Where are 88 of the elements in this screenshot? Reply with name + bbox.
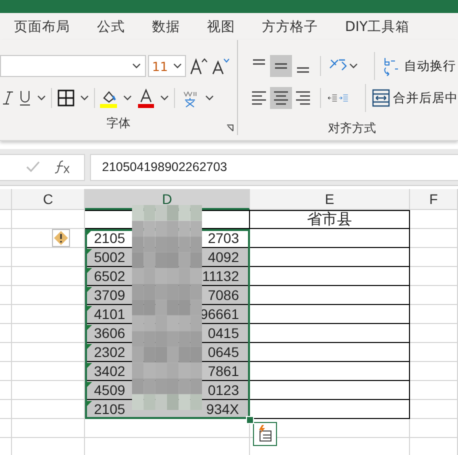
id-number-fragment: 4092: [208, 249, 239, 265]
table-cell: [410, 381, 458, 400]
table-cell: 省市县: [250, 210, 410, 229]
table-cell: [410, 419, 458, 438]
table-cell: [410, 324, 458, 343]
dialog-launcher-icon[interactable]: [226, 124, 234, 132]
row-header: [0, 286, 12, 305]
ribbon-tab[interactable]: 数据: [148, 16, 184, 38]
column-header[interactable]: E: [250, 189, 410, 210]
group-label: 字体: [106, 116, 130, 130]
row-header: [0, 210, 12, 229]
row-header: [0, 267, 12, 286]
id-number-fragment: 3606: [94, 325, 126, 341]
id-number-fragment: 4101: [94, 306, 126, 322]
id-number-fragment: 96661: [200, 306, 239, 322]
error-indicator-icon: [86, 230, 92, 236]
warning-icon[interactable]: [52, 229, 70, 247]
group-label: 对齐方式: [328, 121, 376, 135]
id-number-fragment: 7086: [208, 287, 239, 303]
dropdown-caret-icon[interactable]: [160, 95, 169, 101]
dropdown-caret-icon[interactable]: [132, 63, 141, 69]
table-cell: [410, 210, 458, 229]
id-number-fragment: 3402: [94, 363, 126, 379]
dropdown-caret-icon[interactable]: [80, 95, 89, 101]
id-number-fragment: 4509: [94, 382, 126, 398]
merge-center-button[interactable]: 合并后居中: [372, 89, 458, 107]
id-number-fragment: 0645: [208, 344, 239, 360]
underline-icon[interactable]: [18, 89, 32, 107]
font-color-icon[interactable]: [137, 88, 155, 108]
decrease-font-size-icon[interactable]: [210, 56, 230, 76]
ribbon-tab[interactable]: 页面布局: [10, 16, 74, 38]
dropdown-caret-icon[interactable]: [173, 63, 182, 69]
row-header: [0, 381, 12, 400]
column-header[interactable]: C: [12, 189, 85, 210]
id-number-fragment: 934X: [206, 401, 239, 417]
row-header: [0, 305, 12, 324]
dropdown-caret-icon[interactable]: [205, 95, 214, 101]
row-header: [0, 419, 12, 438]
merge-cells-icon: [372, 89, 390, 107]
select-all-corner: [0, 189, 12, 210]
row-header: [0, 324, 12, 343]
table-cell: [410, 343, 458, 362]
wrap-text-icon: [383, 56, 401, 76]
ribbon-tab[interactable]: DIY工具箱: [341, 16, 414, 38]
id-number-fragment: 5002: [94, 249, 126, 265]
id-number-fragment: 11132: [202, 268, 239, 284]
row-header: [0, 343, 12, 362]
id-number-fragment: 2105: [94, 401, 126, 417]
ribbon-tab[interactable]: 公式: [93, 16, 129, 38]
insert-function-icon[interactable]: [54, 160, 70, 174]
font-size-value: 11: [152, 58, 168, 74]
row-header: [0, 362, 12, 381]
error-indicator-icon: [86, 249, 92, 255]
table-cell: [410, 229, 458, 248]
id-number-fragment: 0415: [208, 325, 239, 341]
id-number-fragment: 7861: [208, 363, 239, 379]
font-size-field[interactable]: 11: [148, 55, 186, 77]
column-header[interactable]: D: [85, 189, 250, 210]
row-header: [0, 248, 12, 267]
formula-input-field[interactable]: 210504198902262703: [90, 154, 458, 180]
column-header[interactable]: F: [410, 189, 458, 210]
font-name-field[interactable]: [0, 55, 146, 77]
ribbon-tab[interactable]: 方方格子: [258, 16, 322, 38]
table-cell: [410, 362, 458, 381]
id-number-fragment: 2105: [94, 230, 126, 246]
dropdown-caret-icon[interactable]: [37, 95, 46, 101]
table-cell: [410, 400, 458, 419]
id-number-fragment: 2302: [94, 344, 126, 360]
dropdown-caret-icon[interactable]: [349, 63, 358, 69]
id-number-fragment: 2703: [208, 230, 239, 246]
borders-icon[interactable]: [57, 89, 75, 107]
id-number-fragment: 6502: [94, 268, 126, 284]
italic-icon[interactable]: [3, 90, 13, 106]
quick-analysis-icon[interactable]: [253, 422, 277, 446]
id-number-fragment: 3709: [94, 287, 126, 303]
center-align-button[interactable]: [270, 87, 292, 109]
fill-handle[interactable]: [246, 416, 254, 424]
table-cell: [410, 286, 458, 305]
wrap-text-button[interactable]: 自动换行: [383, 56, 456, 76]
table-cell: [410, 248, 458, 267]
table-cell: [410, 267, 458, 286]
middle-align-button[interactable]: [270, 55, 292, 77]
ribbon-tab[interactable]: 视图: [203, 16, 239, 38]
dropdown-caret-icon[interactable]: [123, 95, 132, 101]
row-header: [0, 400, 12, 419]
increase-font-size-icon[interactable]: [188, 56, 208, 76]
table-cell: [410, 305, 458, 324]
id-number-fragment: 0123: [208, 382, 239, 398]
